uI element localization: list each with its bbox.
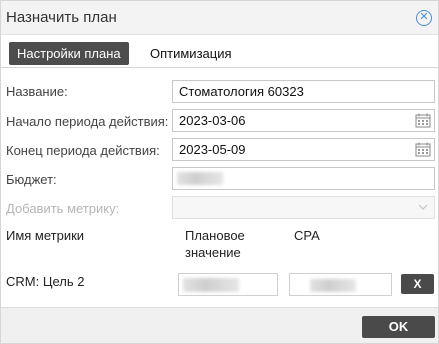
tab-plan-settings[interactable]: Настройки плана bbox=[9, 42, 129, 65]
add-metric-label: Добавить метрику: bbox=[6, 201, 120, 216]
budget-label: Бюджет: bbox=[6, 172, 57, 187]
add-metric-select bbox=[172, 196, 435, 219]
ok-button[interactable]: OK bbox=[362, 316, 435, 338]
start-date-label: Начало периода действия: bbox=[6, 114, 169, 129]
end-date-input[interactable]: 2023-05-09 bbox=[172, 138, 435, 161]
plan-value-header: Плановое значение bbox=[185, 227, 245, 261]
calendar-icon[interactable] bbox=[415, 142, 431, 157]
cpa-header: CPA bbox=[294, 228, 320, 243]
end-date-label: Конец периода действия: bbox=[6, 143, 160, 158]
plan-value-header-line2: значение bbox=[185, 245, 241, 260]
redacted-value bbox=[177, 172, 223, 185]
chevron-down-icon bbox=[418, 204, 428, 210]
assign-plan-dialog: Назначить план ✕ Настройки плана Оптимиз… bbox=[0, 0, 439, 344]
start-date-value: 2023-03-06 bbox=[179, 113, 246, 128]
start-date-input[interactable]: 2023-03-06 bbox=[172, 109, 435, 132]
plan-value-input[interactable] bbox=[178, 273, 278, 296]
calendar-icon[interactable] bbox=[415, 113, 431, 128]
metric-row-name: CRM: Цель 2 bbox=[6, 274, 85, 289]
budget-input[interactable] bbox=[172, 167, 435, 190]
dialog-footer: OK bbox=[1, 307, 438, 343]
plan-value-header-line1: Плановое bbox=[185, 228, 245, 243]
name-label: Название: bbox=[6, 84, 68, 99]
remove-metric-button[interactable]: X bbox=[401, 274, 434, 294]
tab-bar: Настройки плана Оптимизация bbox=[1, 36, 438, 68]
dialog-title: Назначить план bbox=[6, 9, 117, 26]
dialog-titlebar: Назначить план ✕ bbox=[1, 1, 438, 35]
name-input[interactable]: Стоматология 60323 bbox=[172, 80, 435, 103]
redacted-value bbox=[183, 278, 239, 292]
redacted-value bbox=[310, 279, 356, 292]
metric-name-header: Имя метрики bbox=[6, 228, 85, 243]
end-date-value: 2023-05-09 bbox=[179, 142, 246, 157]
tab-optimization[interactable]: Оптимизация bbox=[142, 42, 240, 65]
close-icon[interactable]: ✕ bbox=[416, 10, 432, 26]
cpa-input[interactable] bbox=[289, 273, 392, 296]
